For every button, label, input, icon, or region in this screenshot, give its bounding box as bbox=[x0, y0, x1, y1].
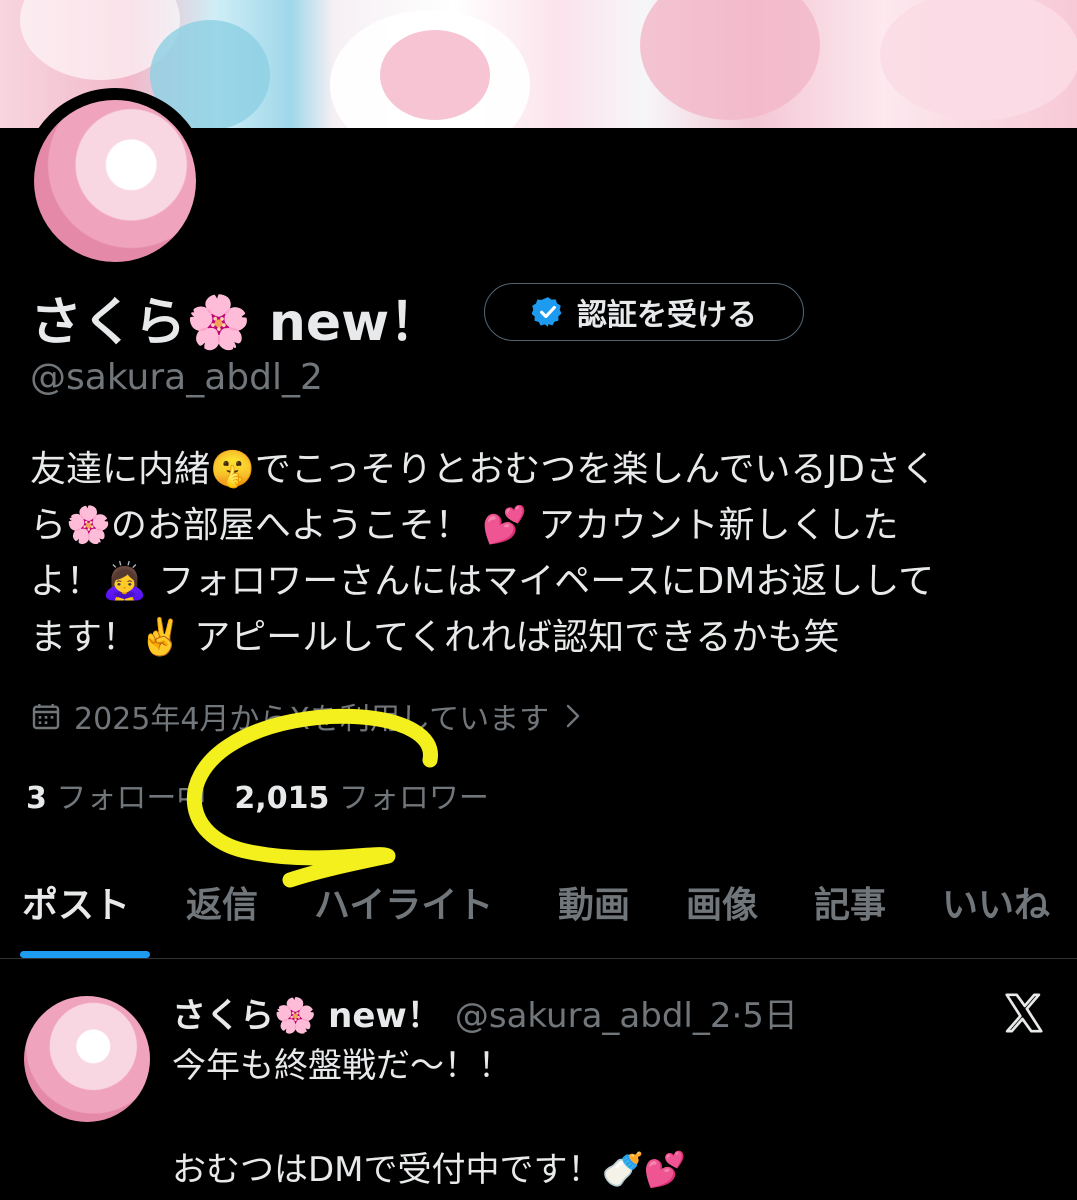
following-label: フォロー中 bbox=[56, 781, 207, 816]
tab-replies[interactable]: 返信 bbox=[186, 876, 258, 928]
display-name: さくら🌸 new！ bbox=[30, 293, 442, 353]
get-verified-label: 認証を受ける bbox=[577, 298, 757, 333]
post-meta: @sakura_abdl_2·5日 bbox=[454, 996, 798, 1036]
tab-posts[interactable]: ポスト bbox=[22, 876, 130, 928]
joined-text: 2025年4月からXを利用しています bbox=[74, 702, 550, 737]
banner-decoration bbox=[380, 30, 490, 120]
profile-tabs: ポスト 返信 ハイライト 動画 画像 記事 いいね bbox=[0, 858, 1077, 959]
verified-badge-icon bbox=[531, 297, 562, 327]
get-verified-button[interactable]: 認証を受ける bbox=[484, 283, 804, 341]
post-text: 今年も終盤戦だ〜！！ おむつはDMで受付中です！🍼💕 bbox=[172, 1046, 687, 1190]
profile-avatar[interactable] bbox=[34, 100, 196, 262]
active-tab-indicator bbox=[20, 951, 150, 958]
followers-link[interactable]: 2,015 フォロワー bbox=[234, 773, 488, 817]
banner-decoration bbox=[640, 0, 820, 120]
chevron-right-icon bbox=[566, 704, 580, 728]
following-count: 3 bbox=[26, 781, 47, 816]
followers-count: 2,015 bbox=[234, 781, 330, 816]
banner-decoration bbox=[880, 0, 1077, 120]
x-logo-icon[interactable] bbox=[1000, 990, 1048, 1036]
tab-images[interactable]: 画像 bbox=[686, 876, 758, 928]
tab-likes[interactable]: いいね bbox=[942, 876, 1050, 928]
post-author-avatar[interactable] bbox=[24, 996, 150, 1122]
post-header: さくら🌸 new！ @sakura_abdl_2·5日 bbox=[172, 988, 798, 1037]
tab-highlights[interactable]: ハイライト bbox=[314, 876, 493, 928]
following-link[interactable]: 3 フォロー中 bbox=[26, 773, 206, 817]
follow-stats: 3 フォロー中 2,015 フォロワー bbox=[26, 773, 489, 817]
profile-handle: @sakura_abdl_2 bbox=[30, 357, 323, 398]
tab-articles[interactable]: 記事 bbox=[814, 876, 886, 928]
post-author-name[interactable]: さくら🌸 new！ bbox=[172, 988, 441, 1037]
followers-label: フォロワー bbox=[338, 781, 489, 816]
profile-bio: 友達に内緒🤫でこっそりとおむつを楽しんでいるJDさく ら🌸のお部屋へようこそ！ … bbox=[30, 449, 937, 658]
joined-date[interactable]: 2025年4月からXを利用しています bbox=[30, 694, 585, 738]
calendar-icon bbox=[32, 704, 60, 730]
tab-videos[interactable]: 動画 bbox=[558, 876, 630, 928]
